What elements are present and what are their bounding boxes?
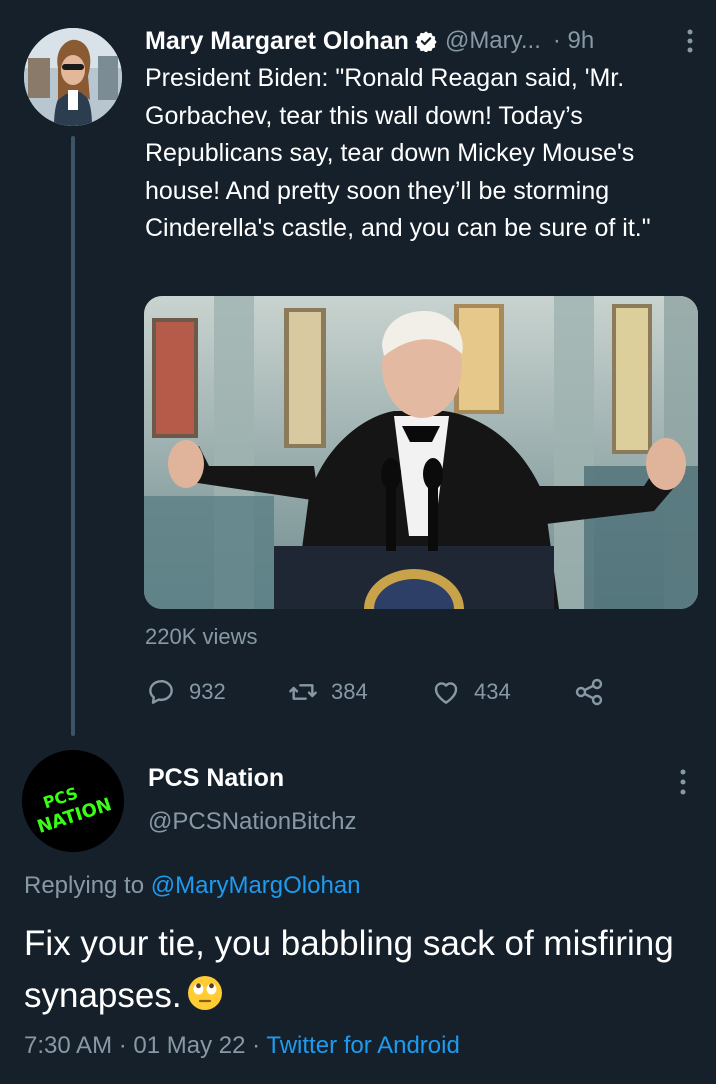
reply-author-avatar[interactable]: PCS NATION [22,750,124,852]
replying-to-prefix: Replying to [24,872,145,899]
thread-connector-line [71,136,75,736]
like-icon [434,682,458,704]
tweet-source-link[interactable]: Twitter for Android [266,1032,459,1059]
tweet-action-bar: 932 384 434 [145,672,615,712]
tweet-video-thumbnail[interactable] [144,296,698,609]
view-count: 220K views [145,624,258,649]
parent-author-handle[interactable]: @Mary... [445,27,541,55]
parent-tweet-time[interactable]: · 9h [553,27,594,55]
parent-tweet-text: President Biden: "Ronald Reagan said, 'M… [145,64,651,242]
tweet-detail-page: Mary Margaret Olohan @Mary... · 9h Presi… [0,0,716,1084]
like-button[interactable]: 434 [430,672,511,712]
retweet-count: 384 [331,679,368,704]
share-button[interactable] [573,672,605,712]
replying-to-line: Replying to @MaryMargOlohan [24,872,361,900]
retweet-icon [289,684,317,700]
more-vertical-icon[interactable] [684,28,696,54]
reply-author-handle[interactable]: @PCSNationBitchz [148,808,356,836]
parent-tweet-header: Mary Margaret Olohan @Mary... · 9h [145,22,696,60]
reply-tweet-text: Fix your tie, you babbling sack of misfi… [24,918,694,1022]
parent-author-name[interactable]: Mary Margaret Olohan [145,27,409,56]
reply-text-body: Fix your tie, you babbling sack of misfi… [24,924,674,1015]
replying-to-mention[interactable]: @MaryMargOlohan [151,872,361,899]
parent-author-avatar[interactable] [24,28,122,126]
reply-icon [149,680,173,704]
like-count: 434 [474,679,511,704]
reply-button[interactable]: 932 [145,672,226,712]
reply-author-name[interactable]: PCS Nation [148,764,284,793]
retweet-button[interactable]: 384 [287,672,368,712]
share-icon [575,678,603,706]
verified-badge-icon [415,30,437,53]
reply-time: 7:30 AM [24,1032,113,1059]
eye-roll-emoji [186,974,224,1012]
reply-count: 932 [189,679,226,704]
reply-tweet-meta: 7:30 AM · 01 May 22 · Twitter for Androi… [24,1032,460,1059]
more-vertical-icon[interactable] [677,768,689,796]
reply-date: 01 May 22 [133,1032,246,1059]
